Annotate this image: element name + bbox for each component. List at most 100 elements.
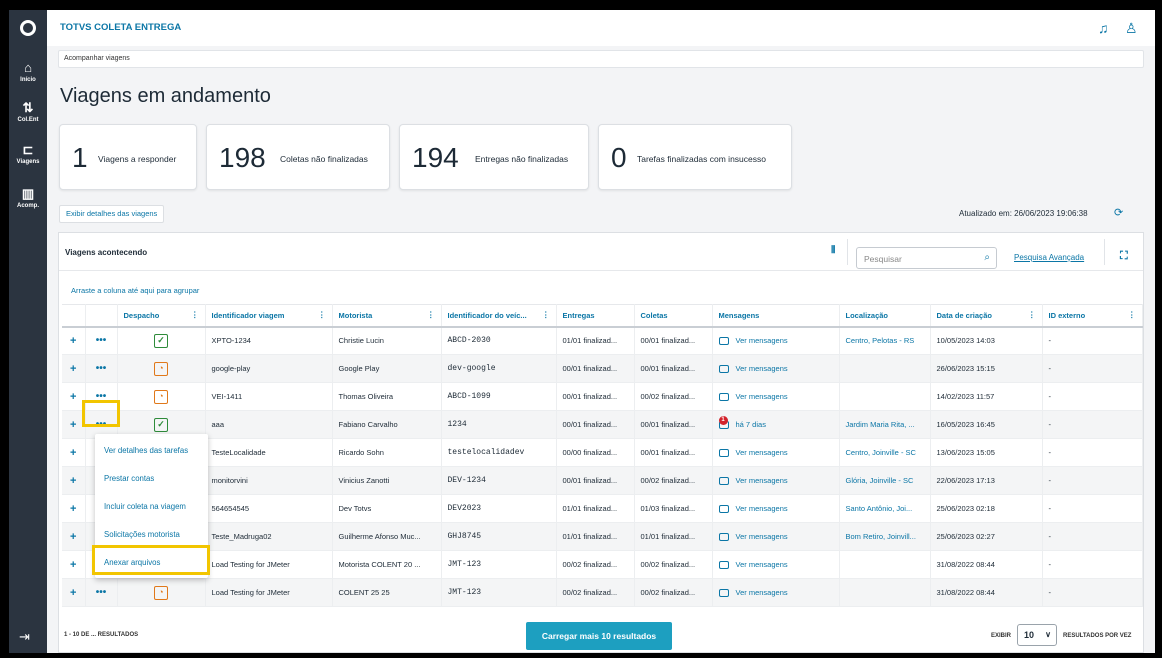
card-entregas[interactable]: 194 Entregas não finalizadas xyxy=(399,124,589,190)
table-row[interactable]: + ••• ◔ VEI-1411 Thomas Oliveira ABCD-1099 00/… xyxy=(62,382,1143,411)
table-row[interactable]: +564654545 Dev Totvs DEV2023 01/01 finaliza… xyxy=(62,494,1143,523)
dispatch-status[interactable]: ◔ xyxy=(117,354,206,383)
menu-item-solicitacoes[interactable]: Solicitações motorista xyxy=(104,530,180,539)
created-date: 31/08/2022 08:44 xyxy=(930,578,1043,607)
expand-row-icon[interactable]: + xyxy=(62,550,86,579)
search-icon[interactable]: ⌕ xyxy=(984,252,990,263)
col-despacho[interactable]: Despacho ⋮ xyxy=(117,304,206,328)
table-row[interactable]: + ••• ◔ Load Testing for JMeter COLENT 25 25… xyxy=(62,578,1143,607)
column-menu-icon[interactable]: ⋮ xyxy=(542,310,550,319)
show-trip-details-button[interactable]: Exibir detalhes das viagens xyxy=(59,205,165,223)
location-link[interactable]: Santo Antônio, Joi... xyxy=(839,494,931,523)
column-menu-icon[interactable]: ⋮ xyxy=(427,310,435,319)
messages-link[interactable]: Ver mensagens xyxy=(712,494,840,523)
col-data-criacao[interactable]: Data de criação ⋮ xyxy=(930,304,1043,328)
pickups: 00/02 finalizad... xyxy=(634,550,713,579)
col-entregas[interactable]: Entregas xyxy=(556,304,635,328)
col-motorista[interactable]: Motorista ⋮ xyxy=(332,304,442,328)
table-row[interactable]: + Load Testing for JMeter Motorista COLENT… xyxy=(62,550,1143,579)
refresh-icon[interactable]: ⟳ xyxy=(1114,206,1123,219)
page-size-select[interactable]: 10 ∨ xyxy=(1017,624,1057,646)
messages-link[interactable]: Ver mensagens xyxy=(712,522,840,551)
collapse-menu-icon[interactable]: ⇥ xyxy=(19,629,30,645)
driver: Christie Lucin xyxy=(332,326,442,355)
driver: Guilherme Afonso Muc... xyxy=(332,522,442,551)
rail-item-acomp[interactable]: ▥ Acomp. xyxy=(9,186,47,209)
dispatch-status[interactable]: ◔ xyxy=(117,382,206,411)
location-link[interactable] xyxy=(839,550,931,579)
col-identificador-veiculo[interactable]: Identificador do veíc... ⋮ xyxy=(441,304,557,328)
column-menu-icon[interactable]: ⋮ xyxy=(318,310,326,319)
message-icon xyxy=(718,449,729,457)
breadcrumb-item[interactable]: Acompanhar viagens xyxy=(64,55,130,62)
column-menu-icon[interactable]: ⋮ xyxy=(1028,310,1036,319)
row-actions-icon[interactable]: ••• xyxy=(85,578,118,607)
column-settings-icon[interactable]: ⦀ xyxy=(831,245,835,256)
card-coletas[interactable]: 198 Coletas não finalizadas xyxy=(206,124,390,190)
messages-link[interactable]: Ver mensagens xyxy=(712,578,840,607)
table-row[interactable]: + ••• ✓ XPTO-1234 Christie Lucin ABCD-2030 01/… xyxy=(62,326,1143,355)
location-link[interactable]: Centro, Pelotas - RS xyxy=(839,326,931,355)
group-drop-zone[interactable]: Arraste a coluna até aqui para agrupar xyxy=(71,286,199,295)
external-id: - xyxy=(1042,522,1143,551)
messages-link[interactable]: Ver mensagens xyxy=(712,354,840,383)
search-input[interactable]: Pesquisar ⌕ xyxy=(856,247,997,269)
advanced-search-link[interactable]: Pesquisa Avançada xyxy=(1014,253,1084,262)
menu-item-prestar-contas[interactable]: Prestar contas xyxy=(104,474,154,483)
menu-item-incluir-coleta[interactable]: Incluir coleta na viagem xyxy=(104,502,186,511)
rail-item-colent[interactable]: ⇅ Col.Ent xyxy=(9,100,47,123)
col-identificador-viagem[interactable]: Identificador viagem ⋮ xyxy=(205,304,333,328)
load-more-button[interactable]: Carregar mais 10 resultados xyxy=(526,622,672,650)
location-link[interactable] xyxy=(839,382,931,411)
messages-link[interactable]: 1 há 7 dias xyxy=(712,410,840,439)
col-localizacao[interactable]: Localização xyxy=(839,304,931,328)
dispatched-check-icon: ✓ xyxy=(154,333,168,348)
table-row[interactable]: + Teste_Madruga02 Guilherme Afonso Muc... G… xyxy=(62,522,1143,551)
divider xyxy=(1104,239,1105,265)
table-row[interactable]: + monitorvini Vinicius Zanotti DEV-1234 00/0… xyxy=(62,466,1143,495)
location-link[interactable] xyxy=(839,354,931,383)
column-menu-icon[interactable]: ⋮ xyxy=(1128,310,1136,319)
deliveries: 01/01 finalizad... xyxy=(556,522,635,551)
dispatch-status[interactable]: ✓ xyxy=(117,326,206,355)
menu-item-ver-detalhes[interactable]: Ver detalhes das tarefas xyxy=(104,446,188,455)
location-link[interactable] xyxy=(839,578,931,607)
location-link[interactable]: Bom Retiro, Joinvill... xyxy=(839,522,931,551)
col-coletas[interactable]: Coletas xyxy=(634,304,713,328)
expand-row-icon[interactable]: + xyxy=(62,578,86,607)
user-icon[interactable]: ♙ xyxy=(1125,20,1138,37)
external-id: - xyxy=(1042,494,1143,523)
location-link[interactable]: Jardim Maria Rita, ... xyxy=(839,410,931,439)
messages-link[interactable]: Ver mensagens xyxy=(712,382,840,411)
rail-item-viagens[interactable]: ⊏ Viagens xyxy=(9,142,47,165)
row-actions-icon[interactable]: ••• xyxy=(85,326,118,355)
card-viagens-responder[interactable]: 1 Viagens a responder xyxy=(59,124,197,190)
bell-icon[interactable]: ♫ xyxy=(1098,20,1109,36)
external-id: - xyxy=(1042,550,1143,579)
vehicle-id: JMT-123 xyxy=(441,578,557,607)
card-tarefas-insucesso[interactable]: 0 Tarefas finalizadas com insucesso xyxy=(598,124,792,190)
col-mensagens[interactable]: Mensagens xyxy=(712,304,840,328)
messages-link[interactable]: Ver mensagens xyxy=(712,326,840,355)
expand-row-icon[interactable]: + xyxy=(62,466,86,495)
rail-item-inicio[interactable]: ⌂ Início xyxy=(9,60,47,83)
dispatch-status[interactable]: ◔ xyxy=(117,578,206,607)
expand-row-icon[interactable]: + xyxy=(62,494,86,523)
location-link[interactable]: Centro, Joinville - SC xyxy=(839,438,931,467)
location-link[interactable]: Glória, Joinville - SC xyxy=(839,466,931,495)
messages-link[interactable]: Ver mensagens xyxy=(712,438,840,467)
expand-row-icon[interactable]: + xyxy=(62,326,86,355)
expand-row-icon[interactable]: + xyxy=(62,522,86,551)
table-row[interactable]: + ••• ✓ aaa Fabiano Carvalho 1234 00/01 finali… xyxy=(62,410,1143,439)
col-expand xyxy=(62,304,86,328)
messages-link[interactable]: Ver mensagens xyxy=(712,466,840,495)
table-row[interactable]: + TesteLocalidade Ricardo Sohn testelocalid… xyxy=(62,438,1143,467)
col-id-externo[interactable]: ID externo ⋮ xyxy=(1042,304,1143,328)
column-menu-icon[interactable]: ⋮ xyxy=(191,310,199,319)
fullscreen-icon[interactable]: ⛶ xyxy=(1120,250,1128,263)
expand-row-icon[interactable]: + xyxy=(62,354,86,383)
expand-row-icon[interactable]: + xyxy=(62,438,86,467)
row-actions-icon[interactable]: ••• xyxy=(85,354,118,383)
table-row[interactable]: + ••• ◔ google-play Google Play dev-google 00/… xyxy=(62,354,1143,383)
messages-link[interactable]: Ver mensagens xyxy=(712,550,840,579)
